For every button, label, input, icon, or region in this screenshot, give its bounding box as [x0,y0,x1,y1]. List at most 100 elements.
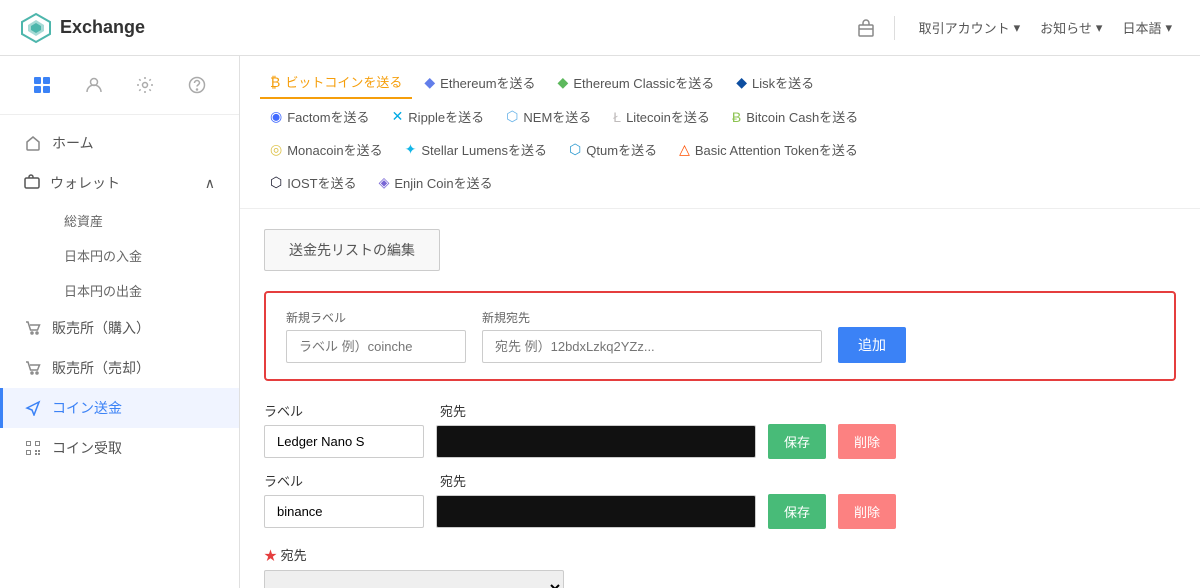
tab-factom[interactable]: ◉ Factomを送る [260,101,380,132]
header-right: 取引アカウント ▾ お知らせ ▾ 日本語 ▾ [854,14,1180,41]
sidebar-item-buy[interactable]: 販売所（購入） [0,308,239,348]
header: Exchange 取引アカウント ▾ お知らせ ▾ 日本語 ▾ [0,0,1200,56]
qr-icon [24,439,42,457]
tab-nem[interactable]: ⬡ NEMを送る [496,101,601,132]
monacoin-icon: ◎ [270,141,282,158]
wallet-chevron-icon: ∧ [205,175,215,192]
tab-ethereum[interactable]: ◆ Ethereumを送る [414,66,545,99]
entry-0-labels: ラベル 宛先 [264,401,1176,420]
sidebar-item-receive[interactable]: コイン受取 [0,428,239,468]
bch-icon: Ƀ [732,109,741,125]
etc-icon: ◆ [558,74,569,91]
bitcoin-icon: ₿ [270,74,280,90]
sidebar-item-jpy-withdraw[interactable]: 日本円の出金 [48,273,239,308]
sidebar-icons [0,56,239,115]
sidebar-sell-label: 販売所（売却） [52,358,150,378]
new-dest-group: 新規宛先 [482,309,822,363]
sell-icon [24,359,42,377]
logo-area: Exchange [20,12,145,44]
edit-list-button[interactable]: 送金先リストの編集 [264,229,440,271]
header-divider [894,16,895,40]
tabs-row-3: ◎ Monacoinを送る ✦ Stellar Lumensを送る ⬡ Qtum… [240,132,1200,165]
tab-bitcoin[interactable]: ₿ ビットコインを送る [260,66,412,99]
destination-section: ★ 宛先 [264,545,1176,588]
wallet-sub-items: 総資産 日本円の入金 日本円の出金 [0,203,239,308]
sidebar-item-home[interactable]: ホーム [0,123,239,163]
entry-1-labels: ラベル 宛先 [264,471,1176,490]
entry-0-delete-button[interactable]: 削除 [838,424,896,459]
enjin-icon: ◈ [379,174,390,191]
iost-icon: ⬡ [270,174,282,191]
box-icon [854,16,878,40]
sidebar-help-btn[interactable] [171,68,223,102]
new-label-input[interactable] [286,330,466,363]
bat-icon: △ [679,141,690,158]
entry-1-label-input[interactable] [264,495,424,528]
tab-ripple[interactable]: ✕ Rippleを送る [382,101,495,132]
qtum-icon: ⬡ [569,141,581,158]
sidebar-grid-btn[interactable] [16,68,68,102]
content-area: ₿ ビットコインを送る ◆ Ethereumを送る ◆ Ethereum Cla… [240,56,1200,588]
add-section-row: 新規ラベル 新規宛先 追加 [286,309,1154,363]
tab-bitcoin-cash[interactable]: Ƀ Bitcoin Cashを送る [722,101,868,132]
buy-icon [24,319,42,337]
tab-monacoin[interactable]: ◎ Monacoinを送る [260,134,393,165]
sidebar-user-btn[interactable] [68,68,120,102]
add-destination-section: 新規ラベル 新規宛先 追加 [264,291,1176,381]
tab-litecoin[interactable]: Ł Litecoinを送る [603,101,720,132]
tabs-row-2: ◉ Factomを送る ✕ Rippleを送る ⬡ NEMを送る Ł Litec… [240,99,1200,132]
new-dest-input[interactable] [482,330,822,363]
entry-1-inputs: 保存 削除 [264,494,1176,529]
entry-1-label-header: ラベル [264,471,424,490]
tab-lisk[interactable]: ◆ Liskを送る [726,66,824,99]
dest-label: ★ 宛先 [264,545,1176,564]
dest-select[interactable] [264,570,564,588]
sidebar-nav: ホーム ウォレット ∧ 総資産 日本円の入金 日本円 [0,115,239,476]
required-mark: ★ [264,548,281,563]
wallet-icon [24,174,40,193]
sidebar-item-total-assets[interactable]: 総資産 [48,203,239,238]
tabs-row-1: ₿ ビットコインを送る ◆ Ethereumを送る ◆ Ethereum Cla… [240,56,1200,99]
entry-row-0: ラベル 宛先 保存 削除 [264,401,1176,459]
entry-1-save-button[interactable]: 保存 [768,494,826,529]
chevron-down-icon: ▾ [1165,20,1172,36]
language-btn[interactable]: 日本語 ▾ [1114,14,1180,41]
entry-0-save-button[interactable]: 保存 [768,424,826,459]
main-layout: ホーム ウォレット ∧ 総資産 日本円の入金 日本円 [0,56,1200,588]
sidebar-item-jpy-deposit[interactable]: 日本円の入金 [48,238,239,273]
entry-0-label-input[interactable] [264,425,424,458]
litecoin-icon: Ł [613,109,621,125]
logo-text: Exchange [60,17,145,38]
home-icon [24,134,42,152]
stellar-icon: ✦ [405,141,417,158]
tabs-row-4: ⬡ IOSTを送る ◈ Enjin Coinを送る [240,165,1200,209]
tab-stellar[interactable]: ✦ Stellar Lumensを送る [395,134,557,165]
sidebar-settings-btn[interactable] [120,68,172,102]
tab-ethereum-classic[interactable]: ◆ Ethereum Classicを送る [548,66,725,99]
tab-bat[interactable]: △ Basic Attention Tokenを送る [669,134,868,165]
entry-1-dest-input[interactable] [436,495,756,528]
add-button[interactable]: 追加 [838,327,906,363]
new-label-header: 新規ラベル [286,309,466,326]
dest-label-text: 宛先 [281,548,307,563]
sidebar-item-send[interactable]: コイン送金 [0,388,239,428]
tab-enjin[interactable]: ◈ Enjin Coinを送る [369,167,503,198]
sidebar-item-wallet[interactable]: ウォレット ∧ [0,163,239,203]
factom-icon: ◉ [270,108,282,125]
sidebar-item-sell[interactable]: 販売所（売却） [0,348,239,388]
tab-iost[interactable]: ⬡ IOSTを送る [260,167,367,198]
entry-1-delete-button[interactable]: 削除 [838,494,896,529]
entry-1-dest-header: 宛先 [440,471,466,490]
logo-icon [20,12,52,44]
sidebar-receive-label: コイン受取 [52,438,122,458]
entry-0-label-header: ラベル [264,401,424,420]
chevron-down-icon: ▾ [1096,20,1103,36]
ripple-icon: ✕ [392,108,404,125]
entry-0-dest-input[interactable] [436,425,756,458]
content-body: 送金先リストの編集 新規ラベル 新規宛先 追加 [240,209,1200,588]
sidebar-send-label: コイン送金 [52,398,122,418]
trading-account-btn[interactable]: 取引アカウント ▾ [911,14,1029,41]
chevron-down-icon: ▾ [1014,20,1021,36]
tab-qtum[interactable]: ⬡ Qtumを送る [559,134,667,165]
notifications-btn[interactable]: お知らせ ▾ [1032,14,1110,41]
